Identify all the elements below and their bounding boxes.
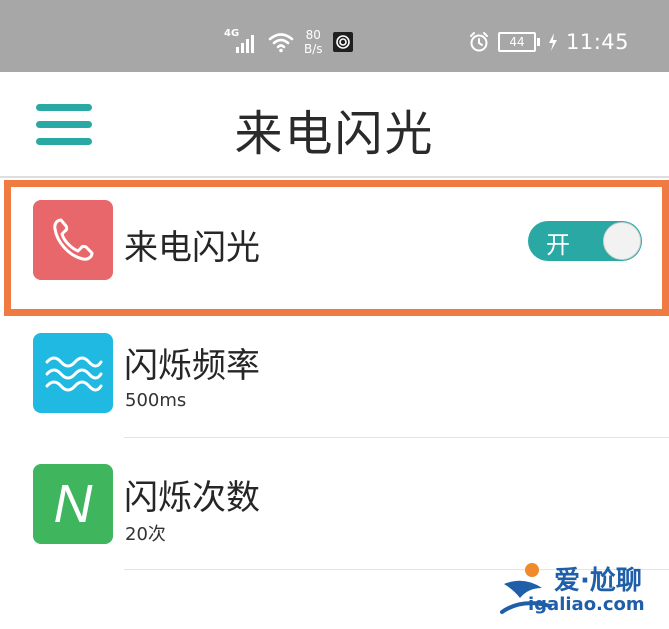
battery-icon: 44 (497, 32, 540, 52)
app-header: 来电闪光 (0, 72, 669, 178)
speed-value: 80 (305, 28, 321, 42)
page-title: 来电闪光 (234, 106, 435, 162)
watermark-url: igaliao.com (528, 594, 645, 615)
highlight-box (4, 180, 669, 316)
screen: 4G 80 B/s 44 11:45 来电闪光 来电闪光 开 闪烁频率 500m… (0, 0, 669, 629)
letter-n-icon: N (33, 464, 113, 544)
setting-row-flash-count[interactable]: N 闪烁次数 20次 (0, 450, 669, 570)
setting-row-flash-frequency[interactable]: 闪烁频率 500ms (0, 318, 669, 438)
battery-level: 44 (497, 32, 536, 52)
signal-icon: 4G (224, 27, 258, 57)
watermark: 爱·尬聊 igaliao.com (498, 556, 668, 622)
row-value-flash-frequency: 500ms (125, 390, 187, 411)
app-icon (332, 32, 353, 52)
status-bar: 4G 80 B/s 44 11:45 (0, 0, 669, 72)
status-right: 44 11:45 (468, 30, 629, 54)
clock-time: 11:45 (565, 30, 629, 54)
letter-n-glyph: N (53, 474, 93, 534)
wifi-icon (268, 33, 294, 53)
network-speed: 80 B/s (304, 28, 323, 56)
alarm-icon (469, 32, 488, 52)
row-value-flash-count: 20次 (125, 524, 166, 545)
watermark-name: 爱·尬聊 (554, 566, 642, 596)
wave-icon (33, 333, 113, 413)
charging-icon (548, 33, 557, 51)
status-center: 4G 80 B/s (224, 22, 353, 62)
divider (124, 437, 669, 438)
speed-unit: B/s (304, 42, 323, 56)
row-title-flash-count: 闪烁次数 (124, 478, 260, 518)
row-title-flash-frequency: 闪烁频率 (124, 346, 260, 386)
